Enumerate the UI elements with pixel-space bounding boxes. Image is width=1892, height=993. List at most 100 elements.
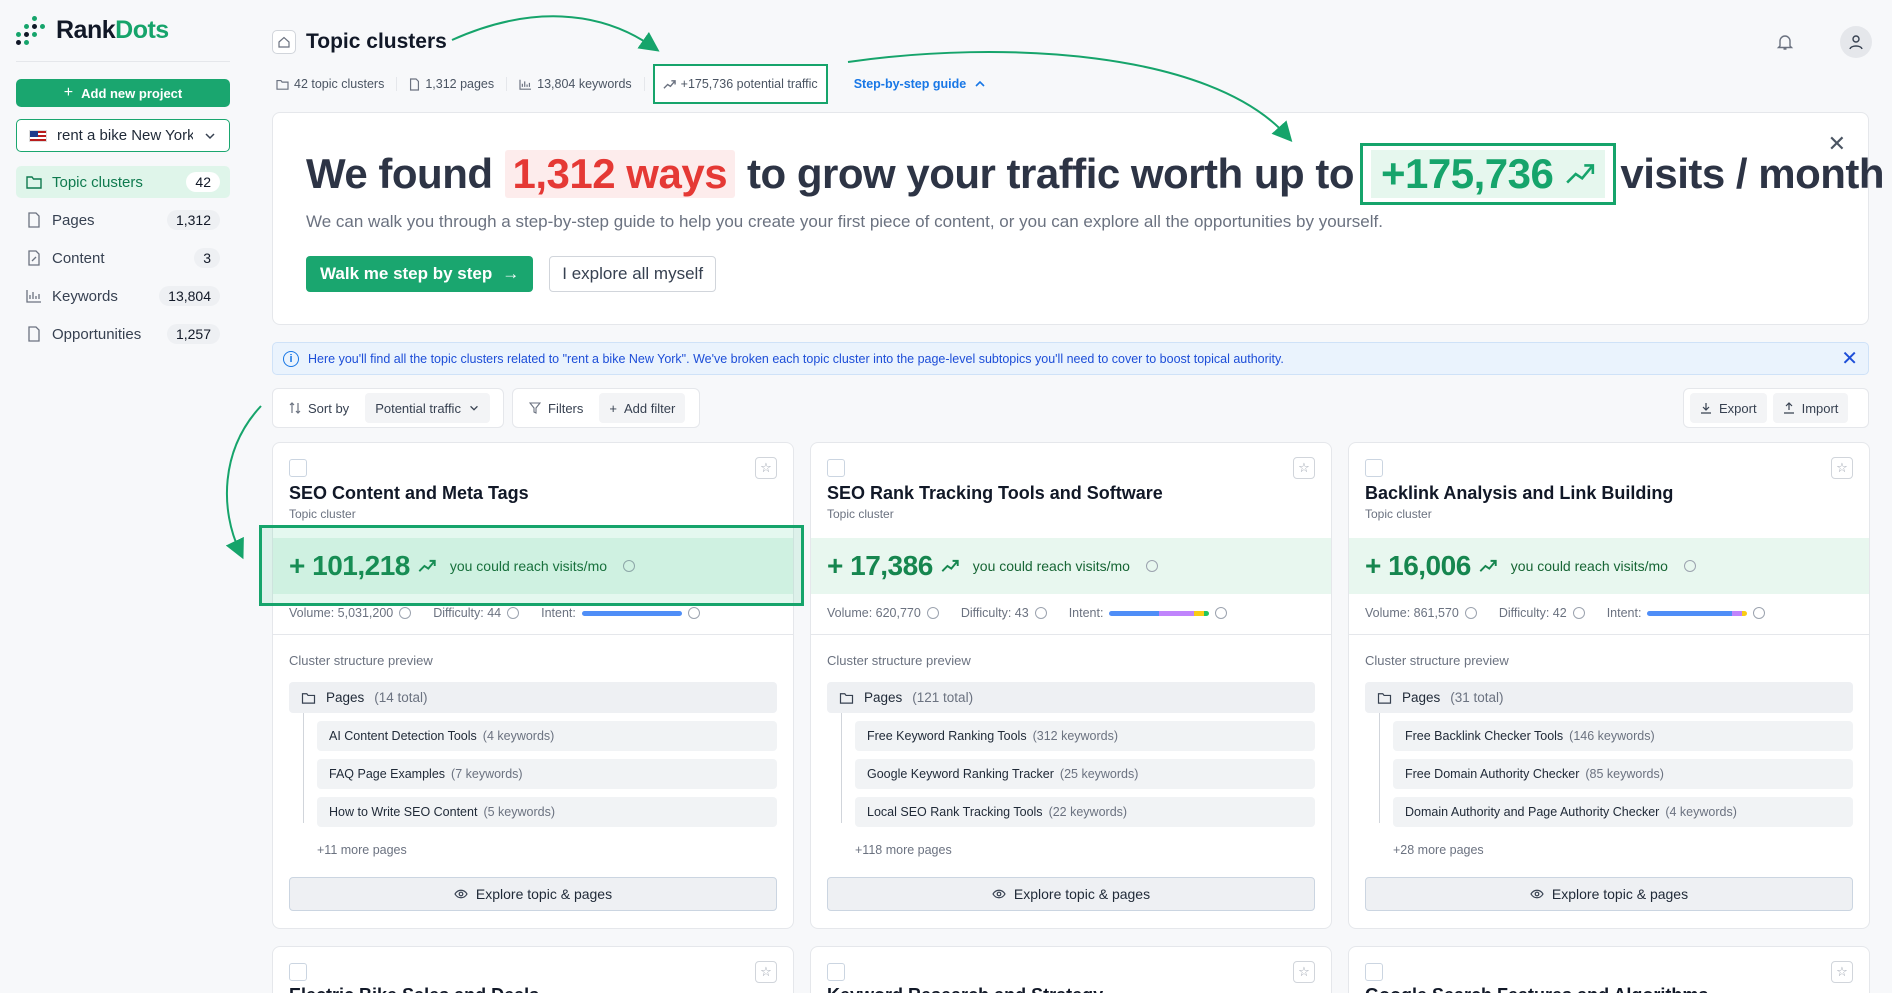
page-row[interactable]: Free Keyword Ranking Tools (312 keywords) — [855, 721, 1315, 751]
divider — [811, 634, 1331, 635]
sidebar-item-topic-clusters[interactable]: Topic clusters 42 — [16, 166, 230, 198]
reach-value: + 101,218 — [289, 550, 410, 581]
intent-segment — [581, 610, 682, 616]
explore-topic-button[interactable]: Explore topic & pages — [289, 877, 777, 911]
intent-segment — [1647, 610, 1733, 616]
eye-icon — [454, 889, 468, 899]
filter-icon — [529, 402, 541, 414]
traffic-highlight: +175,736 — [1360, 143, 1617, 205]
star-icon[interactable]: ☆ — [1831, 457, 1853, 479]
hero-actions: Walk me step by step → I explore all mys… — [306, 256, 717, 292]
star-icon[interactable]: ☆ — [1293, 457, 1315, 479]
info-icon: i — [283, 350, 299, 367]
hero-headline: We found 1,312 ways to grow your traffic… — [306, 143, 1885, 205]
select-checkbox[interactable] — [289, 459, 307, 477]
page-icon — [26, 212, 42, 228]
filter-group: Filters + Add filter — [512, 388, 700, 428]
reach-value: + 17,386 — [827, 550, 933, 581]
reach-banner: + 101,218 you could reach visits/mo — [273, 538, 793, 594]
cluster-card: ☆ SEO Rank Tracking Tools and Software T… — [810, 442, 1332, 929]
help-icon[interactable] — [623, 560, 636, 572]
help-icon[interactable] — [1753, 607, 1766, 619]
header-actions — [1776, 26, 1872, 58]
select-checkbox[interactable] — [827, 963, 845, 981]
more-pages-link[interactable]: +11 more pages — [317, 843, 407, 857]
page-row[interactable]: Free Backlink Checker Tools (146 keywords… — [1393, 721, 1853, 751]
more-pages-link[interactable]: +28 more pages — [1393, 843, 1484, 857]
help-icon[interactable] — [1145, 560, 1158, 572]
sidebar-item-opportunities[interactable]: Opportunities 1,257 — [16, 318, 230, 350]
folder-icon — [301, 692, 316, 704]
chart-icon — [519, 79, 532, 90]
import-button[interactable]: Import — [1772, 393, 1849, 423]
star-icon[interactable]: ☆ — [755, 457, 777, 479]
page-row[interactable]: Domain Authority and Page Authority Chec… — [1393, 797, 1853, 827]
explore-topic-button[interactable]: Explore topic & pages — [827, 877, 1315, 911]
star-icon[interactable]: ☆ — [1293, 961, 1315, 983]
eye-icon — [1530, 889, 1544, 899]
pages-folder[interactable]: Pages (31 total) — [1365, 682, 1853, 713]
import-export-group: Export Import — [1683, 388, 1869, 428]
explore-myself-button[interactable]: I explore all myself — [549, 256, 717, 292]
project-select[interactable]: rent a bike New York — [16, 119, 230, 152]
walk-me-step-by-step-button[interactable]: Walk me step by step → — [306, 256, 534, 292]
select-checkbox[interactable] — [1365, 963, 1383, 981]
sidebar-item-pages[interactable]: Pages 1,312 — [16, 204, 230, 236]
avatar[interactable] — [1840, 26, 1872, 58]
pages-folder[interactable]: Pages (14 total) — [289, 682, 777, 713]
filters-button[interactable]: Filters — [519, 393, 593, 423]
page-row[interactable]: Free Domain Authority Checker (85 keyword… — [1393, 759, 1853, 789]
preview-label: Cluster structure preview — [1365, 653, 1509, 668]
star-icon[interactable]: ☆ — [1831, 961, 1853, 983]
help-icon[interactable] — [1683, 560, 1696, 572]
cluster-title: Keyword Research and Strategy — [827, 985, 1103, 993]
sort-select[interactable]: Potential traffic — [365, 393, 490, 423]
bell-icon[interactable] — [1776, 33, 1794, 51]
select-checkbox[interactable] — [289, 963, 307, 981]
help-icon[interactable] — [399, 607, 412, 619]
divider — [273, 634, 793, 635]
star-icon[interactable]: ☆ — [755, 961, 777, 983]
help-icon[interactable] — [1215, 607, 1228, 619]
select-checkbox[interactable] — [1365, 459, 1383, 477]
page-row[interactable]: How to Write SEO Content (5 keywords) — [317, 797, 777, 827]
step-by-step-guide-toggle[interactable]: Step-by-step guide — [828, 77, 999, 91]
cluster-title: SEO Rank Tracking Tools and Software — [827, 483, 1163, 503]
intent-bar — [1647, 610, 1748, 616]
reach-text: you could reach visits/mo — [449, 558, 608, 574]
intent-segment — [1732, 610, 1743, 616]
chevron-down-icon — [205, 132, 215, 139]
preview-label: Cluster structure preview — [827, 653, 971, 668]
page-row[interactable]: AI Content Detection Tools (4 keywords) — [317, 721, 777, 751]
page-row[interactable]: FAQ Page Examples (7 keywords) — [317, 759, 777, 789]
help-icon[interactable] — [1034, 607, 1047, 619]
help-icon[interactable] — [926, 607, 939, 619]
export-button[interactable]: Export — [1690, 393, 1767, 423]
page-row[interactable]: Google Keyword Ranking Tracker (25 keywor… — [855, 759, 1315, 789]
plus-icon: + — [63, 84, 74, 101]
help-icon[interactable] — [687, 607, 700, 619]
home-icon[interactable] — [272, 30, 296, 54]
pages-folder[interactable]: Pages (121 total) — [827, 682, 1315, 713]
sort-label: Sort by — [279, 393, 359, 423]
close-icon[interactable]: ✕ — [1841, 346, 1858, 371]
reach-banner: + 17,386 you could reach visits/mo — [811, 538, 1331, 594]
sidebar-item-keywords[interactable]: Keywords 13,804 — [16, 280, 230, 312]
sort-group: Sort by Potential traffic — [272, 388, 504, 428]
more-pages-link[interactable]: +118 more pages — [855, 843, 952, 857]
logo-dots-icon — [16, 15, 46, 46]
page-icon — [410, 77, 420, 91]
logo[interactable]: RankDots — [16, 0, 230, 62]
help-icon[interactable] — [1572, 607, 1585, 619]
page-row[interactable]: Local SEO Rank Tracking Tools (22 keyword… — [855, 797, 1315, 827]
explore-topic-button[interactable]: Explore topic & pages — [1365, 877, 1853, 911]
trend-up-icon — [941, 559, 959, 572]
select-checkbox[interactable] — [827, 459, 845, 477]
add-filter-button[interactable]: + Add filter — [599, 393, 686, 423]
add-project-button[interactable]: + Add new project — [16, 79, 230, 107]
help-icon[interactable] — [507, 607, 520, 619]
sidebar-item-content[interactable]: Content 3 — [16, 242, 230, 274]
hero-banner: ✕ We found 1,312 ways to grow your traff… — [272, 112, 1885, 325]
help-icon[interactable] — [1464, 607, 1477, 619]
metrics-row: Volume: 861,570 Difficulty: 42 Intent: — [1365, 606, 1766, 620]
